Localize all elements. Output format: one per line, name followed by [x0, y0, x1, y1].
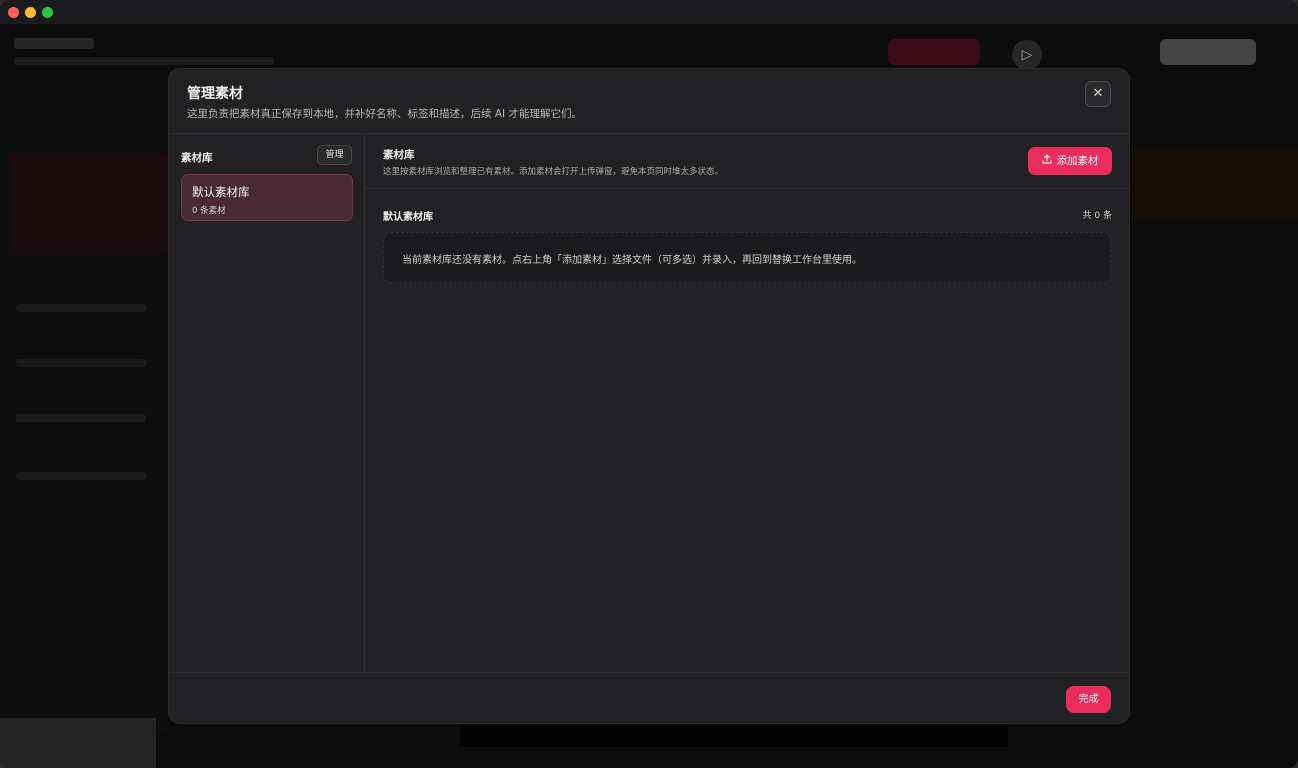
title-bar: [0, 0, 1298, 24]
content-title: 素材库: [383, 149, 415, 161]
app-window: ▷ 管理素材 这里负责把素材真正保存到本地，并补好名称、标签和描述，后续 AI …: [0, 0, 1298, 768]
modal-title: 管理素材: [187, 86, 243, 102]
modal-footer: 完成: [169, 672, 1129, 723]
add-material-button[interactable]: 添加素材: [1028, 147, 1112, 175]
section-count: 共 0 条: [1082, 211, 1112, 221]
done-button[interactable]: 完成: [1066, 686, 1111, 713]
library-item-default[interactable]: 默认素材库 0 条素材: [181, 174, 353, 221]
upload-icon: [1041, 148, 1052, 176]
minimize-window-button[interactable]: [25, 7, 36, 18]
library-sidebar-title: 素材库: [181, 152, 213, 164]
content-subtitle: 这里按素材库浏览和整理已有素材。添加素材会打开上传弹窗，避免本页同时堆太多状态。: [383, 167, 724, 177]
add-material-label: 添加素材: [1056, 155, 1099, 167]
section-title: 默认素材库: [383, 212, 433, 223]
empty-state-text: 当前素材库还没有素材。点右上角「添加素材」选择文件（可多选）并录入，再回到替换工…: [402, 255, 862, 266]
empty-state: 当前素材库还没有素材。点右上角「添加素材」选择文件（可多选）并录入，再回到替换工…: [383, 232, 1111, 283]
close-icon[interactable]: ✕: [1085, 81, 1111, 107]
manage-libraries-button[interactable]: 管理: [317, 145, 352, 165]
modal-subtitle: 这里负责把素材真正保存到本地，并补好名称、标签和描述，后续 AI 才能理解它们。: [187, 108, 582, 120]
content-header: 素材库 这里按素材库浏览和整理已有素材。添加素材会打开上传弹窗，避免本页同时堆太…: [365, 134, 1129, 189]
close-window-button[interactable]: [8, 7, 19, 18]
library-content: 素材库 这里按素材库浏览和整理已有素材。添加素材会打开上传弹窗，避免本页同时堆太…: [365, 134, 1129, 672]
zoom-window-button[interactable]: [42, 7, 53, 18]
manage-materials-modal: 管理素材 这里负责把素材真正保存到本地，并补好名称、标签和描述，后续 AI 才能…: [168, 68, 1130, 724]
library-sidebar: 素材库 管理 默认素材库 0 条素材: [169, 134, 365, 672]
modal-header: 管理素材 这里负责把素材真正保存到本地，并补好名称、标签和描述，后续 AI 才能…: [169, 69, 1129, 134]
library-count: 0 条素材: [192, 206, 226, 216]
library-name: 默认素材库: [192, 185, 250, 199]
